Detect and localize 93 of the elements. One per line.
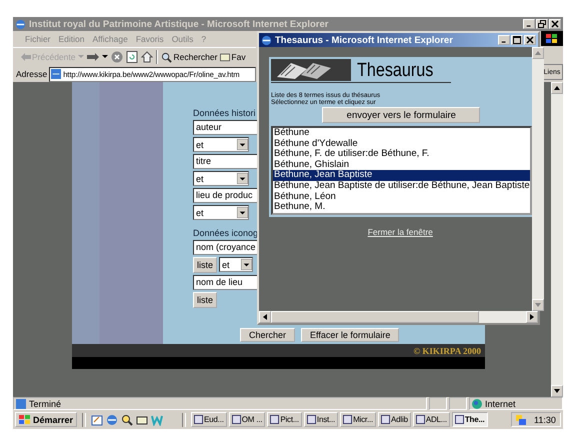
- term-item[interactable]: Béthune d'Ydewalle: [273, 138, 530, 150]
- globe-icon: [472, 398, 482, 408]
- section-heading: Données histori: [193, 108, 256, 118]
- app-icon: [306, 415, 316, 424]
- folder-icon: [220, 52, 230, 62]
- favorites-button[interactable]: Fav: [220, 52, 246, 62]
- refresh-icon[interactable]: [126, 51, 138, 63]
- magnifier-icon[interactable]: [121, 414, 134, 426]
- copyright-text: © KIKIRPA 2000: [413, 346, 481, 356]
- text-field[interactable]: auteur: [193, 120, 259, 135]
- browser-icon: [15, 18, 26, 30]
- status-text: Terminé: [13, 397, 427, 410]
- window-title: Thesaurus - Microsoft Internet Explorer: [275, 34, 454, 46]
- dropdown[interactable]: et: [193, 137, 249, 152]
- page-icon: [51, 69, 62, 79]
- window-icon[interactable]: [136, 414, 148, 426]
- close-icon: [526, 36, 534, 44]
- caret-icon: [237, 139, 248, 150]
- minimize-button[interactable]: [498, 35, 510, 45]
- text-field[interactable]: nom de lieu: [193, 275, 259, 290]
- term-item[interactable]: Bethune, M.: [273, 202, 530, 213]
- stop-icon[interactable]: [111, 51, 124, 63]
- browser-icon[interactable]: [106, 414, 118, 426]
- dropdown[interactable]: et: [219, 257, 254, 272]
- text-field[interactable]: lieu de produc: [193, 188, 259, 203]
- tray-app-icon[interactable]: [516, 414, 526, 424]
- app-icon: [416, 415, 425, 424]
- horizontal-scrollbar[interactable]: [259, 311, 538, 323]
- app-icon: [343, 415, 352, 424]
- terms-listbox[interactable]: Béthune Béthune d'Ydewalle Béthune, F. de utiliser:de Béthune, F. Béthune, Ghislain Bethune, Jean Baptiste Béthune, Jean Baptiste de utiliser:de Béthune, Jean Baptiste Béthune, Léon Bethune, M.: [271, 126, 532, 215]
- page-icon: [16, 398, 26, 408]
- browser-icon: [261, 34, 272, 46]
- app-icon: [270, 415, 280, 424]
- clock: 11:30: [534, 414, 556, 424]
- taskbar-button[interactable]: Micr...: [340, 412, 376, 427]
- form-button[interactable]: Effacer le formulaire: [301, 328, 400, 342]
- dropdown[interactable]: et: [193, 171, 249, 186]
- send-to-form-button[interactable]: envoyer vers le formulaire: [322, 107, 480, 123]
- right-arrow-icon[interactable]: [530, 314, 534, 320]
- status-pane: [429, 397, 447, 410]
- vertical-scrollbar[interactable]: [551, 82, 563, 397]
- taskbar-button[interactable]: Eud...: [191, 412, 227, 427]
- text-field[interactable]: titre: [193, 154, 259, 169]
- forward-arrow-icon[interactable]: [87, 53, 100, 61]
- section-heading: Données iconog: [193, 228, 258, 238]
- app-icon: [232, 415, 241, 424]
- term-item[interactable]: Bethune, Jean Baptiste: [273, 170, 530, 181]
- caret-icon: [237, 207, 248, 218]
- taskbar-button[interactable]: ADL...: [412, 412, 450, 427]
- term-item[interactable]: Béthune, F. de utiliser:de Béthune, F.: [273, 149, 530, 160]
- maximize-icon: [513, 36, 521, 44]
- security-zone: Internet: [469, 397, 563, 410]
- close-icon: [551, 20, 559, 28]
- down-arrow-icon[interactable]: [554, 389, 560, 393]
- search-button[interactable]: Rechercher: [161, 52, 218, 62]
- windows-logo-icon: [19, 414, 31, 424]
- close-window-link[interactable]: Fermer la fenêtre: [368, 226, 433, 237]
- up-arrow-icon[interactable]: [554, 86, 560, 90]
- thesaurus-heading: Thesaurus: [357, 61, 434, 81]
- close-button[interactable]: [524, 35, 536, 45]
- app-icon: [381, 415, 390, 424]
- form-button[interactable]: Chercher: [240, 328, 296, 342]
- text-field[interactable]: nom (croyance: [193, 240, 259, 255]
- app-icon: [454, 415, 464, 424]
- list-button[interactable]: liste: [193, 292, 218, 308]
- window-title: Institut royal du Patrimoine Artistique - Microsoft Internet Explorer: [29, 18, 330, 30]
- dropdown[interactable]: et: [193, 205, 249, 220]
- restore-icon: [538, 20, 546, 28]
- address-label: Adresse: [16, 69, 48, 79]
- caret-icon: [241, 259, 252, 270]
- left-arrow-icon[interactable]: [263, 314, 267, 320]
- caret-icon: [78, 55, 84, 59]
- term-item[interactable]: Béthune, Ghislain: [273, 160, 530, 170]
- taskbar-button[interactable]: Adlib: [378, 412, 411, 427]
- term-item[interactable]: Béthune, Jean Baptiste de utiliser:de Béthune, Jean Baptiste: [273, 180, 530, 192]
- taskbar-button[interactable]: The...: [452, 412, 488, 427]
- taskbar-button[interactable]: Pict...: [267, 412, 302, 427]
- desktop-icon[interactable]: [91, 414, 104, 426]
- term-item[interactable]: Béthune: [273, 128, 530, 139]
- start-button[interactable]: Démarrer: [15, 412, 78, 427]
- taskbar-button[interactable]: Inst...: [304, 412, 338, 427]
- caret-icon: [102, 55, 108, 59]
- app-icon: [194, 415, 204, 424]
- maximize-button[interactable]: [511, 35, 523, 45]
- list-button[interactable]: liste: [193, 257, 218, 273]
- taskbar-button[interactable]: OM ...: [228, 412, 266, 427]
- status-pane: [449, 397, 467, 410]
- term-item[interactable]: Béthune, Léon: [273, 192, 530, 202]
- home-icon[interactable]: [141, 51, 154, 63]
- windows-logo-icon: [541, 31, 563, 46]
- caret-icon: [237, 173, 248, 184]
- search-icon: [161, 52, 172, 62]
- back-arrow-icon: [21, 53, 31, 61]
